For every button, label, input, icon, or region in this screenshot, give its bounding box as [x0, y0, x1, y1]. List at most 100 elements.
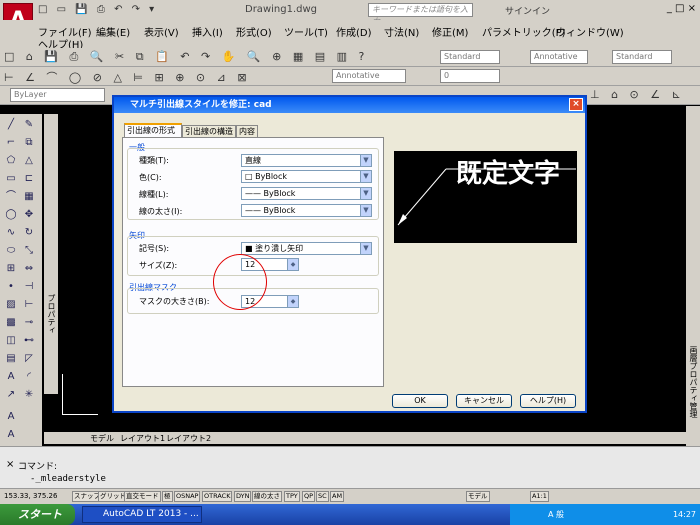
command-close-icon[interactable]: × — [6, 459, 14, 470]
menu-insert[interactable]: 挿入(I) — [192, 24, 223, 39]
move-icon[interactable]: ✥ — [22, 208, 36, 222]
taskbar-autocad-item[interactable]: AutoCAD LT 2013 - ... — [82, 506, 202, 523]
command-input[interactable]: -_mleaderstyle — [30, 474, 106, 484]
mirror-icon[interactable]: △ — [22, 154, 36, 168]
erase-icon[interactable]: ✎ — [22, 118, 36, 132]
spinner-icon[interactable]: ◆ — [287, 259, 298, 270]
polar-toggle[interactable]: 極 — [162, 491, 173, 502]
text-icon[interactable]: A — [4, 410, 18, 424]
ortho-toggle[interactable]: 直交モード — [124, 491, 161, 502]
dyn-toggle[interactable]: DYN — [234, 491, 252, 502]
standard-toolbar-icons[interactable]: □ ⌂ 💾 ⎙ 🔍 ✂ ⧉ 📋 ↶ ↷ ✋ 🔍 ⊕ ▦ ▤ ▥ ? — [4, 50, 368, 64]
insert-block-icon[interactable]: ⊞ — [4, 262, 18, 276]
window-title: Drawing1.dwg — [245, 4, 317, 15]
fillet-icon[interactable]: ◜ — [22, 370, 36, 384]
multileader-icon[interactable]: ↗ — [4, 388, 18, 402]
circle-icon[interactable]: ◯ — [4, 208, 18, 222]
leader-preview: 既定文字 — [394, 151, 577, 243]
tab-model[interactable]: モデル — [90, 433, 114, 444]
copy-icon[interactable]: ⧉ — [22, 136, 36, 150]
window-controls[interactable]: _ □ × — [667, 3, 696, 14]
draw-order-icons[interactable]: ⊥ ⌂ ⊙ ∠ ⊾ — [590, 88, 685, 101]
spline-icon[interactable]: ∿ — [4, 226, 18, 240]
color-value: ByBlock — [255, 172, 287, 181]
ime-indicator[interactable]: A 般 — [548, 504, 564, 525]
qp-toggle[interactable]: QP — [302, 491, 316, 502]
rotate-icon[interactable]: ↻ — [22, 226, 36, 240]
sc-toggle[interactable]: SC — [316, 491, 329, 502]
table-style-select[interactable]: Standard — [612, 50, 672, 64]
linetype-select[interactable]: —— ByBlock ▼ — [241, 187, 372, 200]
type-select[interactable]: 直線 ▼ — [241, 154, 372, 167]
layer-number-select[interactable]: 0 — [440, 69, 500, 83]
line-icon[interactable]: ╱ — [4, 118, 18, 132]
layer-select[interactable]: ByLayer — [10, 88, 105, 102]
lineweight-sample-icon: —— — [245, 206, 264, 215]
join-icon[interactable]: ⊷ — [22, 334, 36, 348]
tab-layout2[interactable]: レイアウト2 — [166, 433, 211, 444]
chevron-down-icon: ▼ — [360, 171, 371, 182]
menu-edit[interactable]: 編集(E) — [96, 24, 130, 39]
annotative-select[interactable]: Annotative — [332, 69, 406, 83]
stretch-icon[interactable]: ⇔ — [22, 262, 36, 276]
point-icon[interactable]: • — [4, 280, 18, 294]
text-style-select[interactable]: Standard — [440, 50, 500, 64]
dim-style-select[interactable]: Annotative — [530, 50, 588, 64]
table-icon[interactable]: ▤ — [4, 352, 18, 366]
lineweight-select[interactable]: —— ByBlock ▼ — [241, 204, 372, 217]
menu-tools[interactable]: ツール(T) — [284, 24, 328, 39]
spinner-icon[interactable]: ◆ — [287, 296, 298, 307]
ucs-y-axis — [62, 374, 63, 414]
ellipse-icon[interactable]: ⬭ — [4, 244, 18, 258]
arrow-symbol-select[interactable]: ■ 塗り潰し矢印 ▼ — [241, 242, 372, 255]
start-button[interactable]: スタート — [0, 504, 75, 525]
scale-icon[interactable]: ⤡ — [22, 244, 36, 258]
menu-modify[interactable]: 修正(M) — [432, 24, 468, 39]
extend-icon[interactable]: ⊢ — [22, 298, 36, 312]
offset-icon[interactable]: ⊏ — [22, 172, 36, 186]
menu-bar: ファイル(F) 編集(E) 表示(V) 挿入(I) 形式(O) ツール(T) 作… — [0, 20, 700, 51]
menu-view[interactable]: 表示(V) — [144, 24, 179, 39]
dimension-toolbar-icons[interactable]: ⊢ ∠ ⌒ ◯ ⊘ △ ⊨ ⊞ ⊕ ⊙ ⊿ ⊠ — [4, 69, 251, 85]
tpy-toggle[interactable]: TPY — [284, 491, 300, 502]
arc-icon[interactable]: ⌒ — [4, 190, 18, 204]
tab-layout1[interactable]: レイアウト1 — [120, 433, 165, 444]
array-icon[interactable]: ▦ — [22, 190, 36, 204]
help-button[interactable]: ヘルプ(H) — [520, 394, 576, 408]
trim-icon[interactable]: ⊣ — [22, 280, 36, 294]
am-toggle[interactable]: AM — [330, 491, 345, 502]
explode-icon[interactable]: ✳ — [22, 388, 36, 402]
signin-link[interactable]: サインイン — [505, 4, 550, 17]
layer-properties-strip[interactable]: 画層プロパティ管理 — [686, 106, 700, 446]
type-label: 種類(T): — [139, 156, 169, 165]
hatch-icon[interactable]: ▨ — [4, 298, 18, 312]
text-style-icon[interactable]: A — [4, 428, 18, 442]
model-space-button[interactable]: モデル — [466, 491, 490, 502]
gradient-icon[interactable]: ▩ — [4, 316, 18, 330]
break-icon[interactable]: ⊸ — [22, 316, 36, 330]
annotation-scale[interactable]: A1:1 — [530, 491, 549, 502]
rectangle-icon[interactable]: ▭ — [4, 172, 18, 186]
ok-button[interactable]: OK — [392, 394, 448, 408]
preview-text: 既定文字 — [456, 159, 561, 189]
polyline-icon[interactable]: ⌐ — [4, 136, 18, 150]
osnap-toggle[interactable]: OSNAP — [174, 491, 201, 502]
color-select[interactable]: □ ByBlock ▼ — [241, 170, 372, 183]
polygon-icon[interactable]: ⬠ — [4, 154, 18, 168]
dialog-close-button[interactable]: × — [569, 98, 583, 111]
otrack-toggle[interactable]: OTRACK — [202, 491, 233, 502]
mtext-icon[interactable]: A — [4, 370, 18, 384]
lineweight-toggle[interactable]: 線の太さ — [252, 491, 282, 502]
menu-parametric[interactable]: パラメトリック(P) — [482, 24, 566, 39]
search-input[interactable]: キーワードまたは語句を入力 — [368, 3, 473, 26]
chamfer-icon[interactable]: ◸ — [22, 352, 36, 366]
cancel-button[interactable]: キャンセル — [456, 394, 512, 408]
menu-draw[interactable]: 作成(D) — [336, 24, 372, 39]
type-value: 直線 — [245, 156, 261, 165]
region-icon[interactable]: ◫ — [4, 334, 18, 348]
properties-palette-strip[interactable]: プロパティ — [44, 114, 58, 394]
menu-dimension[interactable]: 寸法(N) — [384, 24, 419, 39]
quick-access-icons[interactable]: □ ▭ 💾 ⎙ ↶ ↷ ▾ — [38, 4, 157, 15]
menu-format[interactable]: 形式(O) — [236, 24, 272, 39]
menu-window[interactable]: ウィンドウ(W) — [556, 24, 624, 39]
